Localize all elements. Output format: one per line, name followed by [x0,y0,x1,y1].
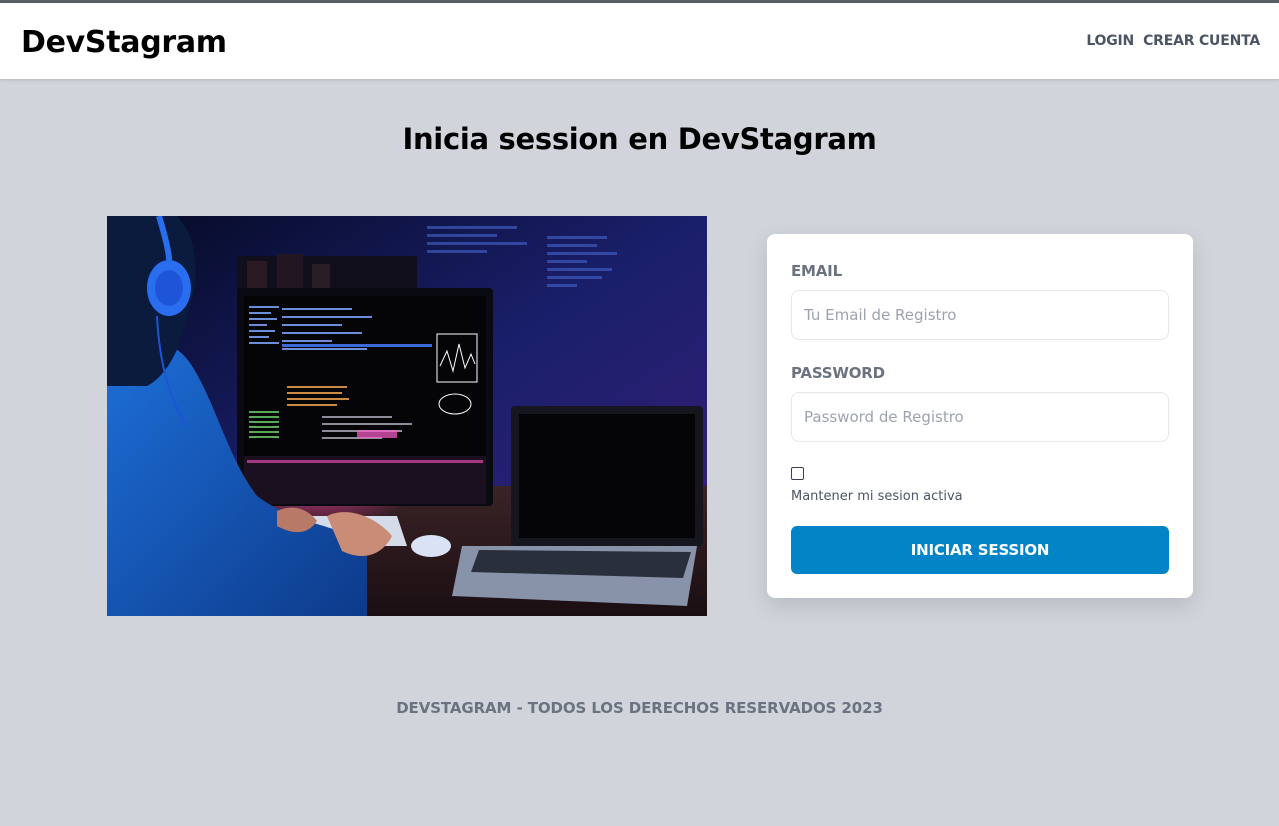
remember-me-label: Mantener mi sesion activa [791,489,963,504]
developer-at-computer-photo [107,216,707,616]
nav-create-account-link[interactable]: CREAR CUENTA [1143,33,1260,49]
hero-image [107,216,707,616]
top-nav: LOGIN CREAR CUENTA [1086,33,1260,49]
footer-text: DEVSTAGRAM - TODOS LOS DERECHOS RESERVAD… [396,699,883,717]
password-label: PASSWORD [791,364,885,382]
logo[interactable]: DevStagram [21,25,227,60]
password-field[interactable] [791,392,1169,442]
remember-me-checkbox[interactable] [791,467,804,480]
login-submit-button[interactable]: INICIAR SESSION [791,526,1169,574]
login-form-card: EMAIL PASSWORD Mantener mi sesion activa… [767,234,1193,598]
email-field[interactable] [791,290,1169,340]
page-title: Inicia session en DevStagram [402,122,877,156]
app-header: DevStagram LOGIN CREAR CUENTA [0,3,1279,79]
email-label: EMAIL [791,262,842,280]
nav-login-link[interactable]: LOGIN [1086,33,1134,49]
